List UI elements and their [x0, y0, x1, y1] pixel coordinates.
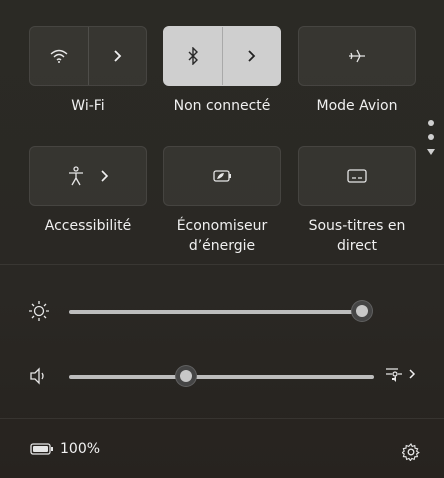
audio-output-icon: [386, 368, 402, 382]
battery-status[interactable]: 100%: [30, 441, 100, 457]
page-dot: [428, 134, 434, 140]
wifi-tile: [29, 26, 147, 86]
chevron-right-icon: [101, 170, 109, 182]
brightness-slider-row: [0, 296, 444, 326]
bluetooth-icon: [188, 47, 198, 65]
battery-saver-icon: [213, 170, 231, 182]
wifi-label: Wi-Fi: [71, 98, 105, 114]
volume-slider-row: [0, 361, 444, 391]
page-dot: [428, 120, 434, 126]
brightness-icon: [29, 301, 49, 321]
wifi-toggle[interactable]: [30, 27, 88, 85]
volume-track[interactable]: [69, 375, 374, 379]
brightness-track[interactable]: [69, 310, 363, 314]
bluetooth-tile: [163, 26, 281, 86]
airplane-mode-tile[interactable]: [298, 26, 416, 86]
bluetooth-toggle[interactable]: [164, 27, 222, 85]
battery-icon: [30, 443, 53, 455]
brightness-thumb[interactable]: [351, 300, 373, 322]
quick-settings-panel: Wi-Fi Non connecté Mode Avion Accessibil…: [0, 0, 444, 478]
accessibility-label: Accessibilité: [44, 218, 132, 234]
speaker-icon[interactable]: [29, 367, 49, 385]
battery-percentage: 100%: [60, 441, 101, 457]
wifi-icon: [50, 49, 68, 63]
audio-output-button[interactable]: [384, 365, 416, 383]
bluetooth-arrow-button[interactable]: [223, 27, 281, 85]
caret-down-icon: [427, 149, 435, 155]
airplane-mode-label: Mode Avion: [316, 98, 398, 114]
wifi-arrow-button[interactable]: [89, 27, 147, 85]
airplane-icon: [349, 49, 365, 63]
captions-icon: [347, 169, 367, 183]
divider: [0, 418, 444, 419]
chevron-right-icon: [248, 50, 256, 62]
battery-saver-label: Économiseur d’énergie: [176, 218, 268, 254]
live-captions-tile[interactable]: [298, 146, 416, 206]
battery-saver-tile[interactable]: [163, 146, 281, 206]
settings-button[interactable]: [400, 441, 422, 463]
page-indicator[interactable]: [426, 120, 436, 156]
accessibility-tile[interactable]: [29, 146, 147, 206]
chevron-right-icon: [114, 50, 122, 62]
accessibility-icon: [69, 166, 83, 186]
chevron-right-icon: [409, 369, 416, 379]
live-captions-label: Sous-titres en direct: [308, 218, 406, 254]
bluetooth-label: Non connecté: [173, 98, 271, 114]
divider: [0, 264, 444, 265]
gear-icon: [402, 443, 420, 461]
volume-thumb[interactable]: [175, 365, 197, 387]
